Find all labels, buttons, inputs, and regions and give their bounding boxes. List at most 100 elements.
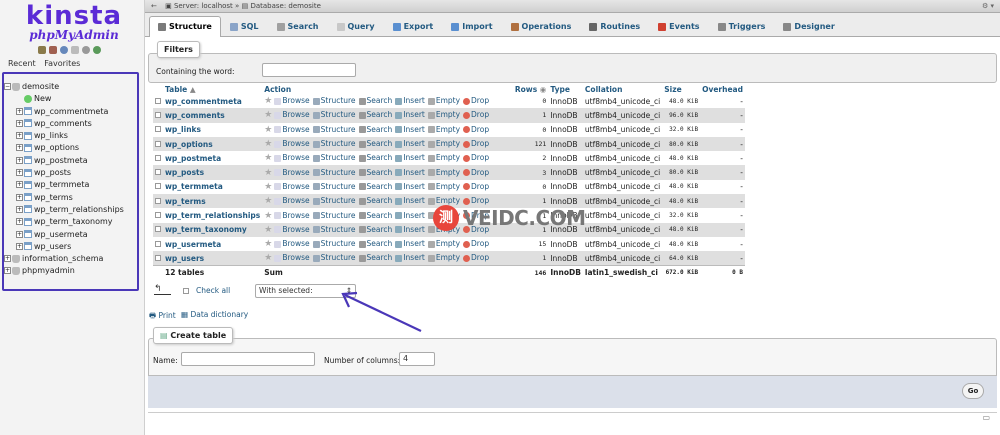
row-checkbox[interactable] xyxy=(155,226,161,233)
insert-action[interactable]: Insert xyxy=(395,153,425,162)
reload-icon[interactable] xyxy=(93,46,101,54)
favorite-star-icon[interactable]: ★ xyxy=(264,239,272,249)
help-icon[interactable] xyxy=(60,46,68,54)
empty-action[interactable]: Empty xyxy=(427,139,460,148)
nav-item-wp-options[interactable]: + wp_options xyxy=(4,142,138,154)
browse-action[interactable]: Browse xyxy=(274,139,310,148)
structure-action[interactable]: Structure xyxy=(312,225,356,234)
row-size[interactable]: 80.0 KiB xyxy=(662,136,701,152)
header-collation[interactable]: Collation xyxy=(582,84,663,94)
browse-action[interactable]: Browse xyxy=(274,168,310,177)
expand-icon[interactable]: + xyxy=(16,156,23,164)
structure-action[interactable]: Structure xyxy=(312,168,356,177)
nav-item-phpmyadmin[interactable]: + phpmyadmin xyxy=(4,265,138,277)
expand-icon[interactable]: + xyxy=(16,230,23,238)
browse-action[interactable]: Browse xyxy=(274,96,310,105)
browse-action[interactable]: Browse xyxy=(274,182,310,191)
structure-action[interactable]: Structure xyxy=(312,196,356,205)
check-all-checkbox[interactable] xyxy=(183,288,189,294)
empty-action[interactable]: Empty xyxy=(427,196,460,205)
settings-icon[interactable] xyxy=(82,46,90,54)
nav-item-wp-users[interactable]: + wp_users xyxy=(4,241,138,253)
table-name[interactable]: wp_links xyxy=(163,122,263,137)
search-action[interactable]: Search xyxy=(358,182,392,191)
row-size[interactable]: 96.0 KiB xyxy=(662,108,701,123)
browse-action[interactable]: Browse xyxy=(274,211,310,220)
favorite-star-icon[interactable]: ★ xyxy=(264,139,272,149)
drop-action[interactable]: Drop xyxy=(463,168,489,177)
table-name[interactable]: wp_posts xyxy=(163,165,263,180)
data-dictionary-link[interactable]: ▦ Data dictionary xyxy=(181,310,248,319)
drop-action[interactable]: Drop xyxy=(463,153,489,162)
favorite-star-icon[interactable]: ★ xyxy=(264,196,272,206)
table-name-input[interactable] xyxy=(181,352,315,366)
docs-icon[interactable] xyxy=(71,46,79,54)
header-rows[interactable]: Rows ◉ xyxy=(511,84,549,94)
structure-action[interactable]: Structure xyxy=(312,239,356,248)
row-size[interactable]: 32.0 KiB xyxy=(662,122,701,137)
search-action[interactable]: Search xyxy=(358,153,392,162)
expand-icon[interactable]: + xyxy=(4,255,11,263)
nav-item-information-schema[interactable]: + information_schema xyxy=(4,253,138,265)
table-name[interactable]: wp_term_relationships xyxy=(163,208,263,223)
insert-action[interactable]: Insert xyxy=(395,168,425,177)
empty-action[interactable]: Empty xyxy=(427,153,460,162)
expand-icon[interactable]: + xyxy=(4,267,11,275)
favorite-star-icon[interactable]: ★ xyxy=(264,168,272,178)
row-checkbox[interactable] xyxy=(155,240,161,247)
search-action[interactable]: Search xyxy=(358,139,392,148)
brand-logo[interactable]: kinsta phpMyAdmin xyxy=(14,2,134,42)
expand-icon[interactable]: + xyxy=(16,107,23,115)
check-all-label[interactable]: Check all xyxy=(196,286,230,295)
empty-action[interactable]: Empty xyxy=(427,125,460,134)
search-action[interactable]: Search xyxy=(358,196,392,205)
favorite-star-icon[interactable]: ★ xyxy=(264,125,272,135)
browse-action[interactable]: Browse xyxy=(274,153,310,162)
nav-item-demosite[interactable]: − demosite xyxy=(4,81,138,93)
exit-icon[interactable] xyxy=(49,46,57,54)
row-size[interactable]: 48.0 KiB xyxy=(662,194,701,209)
header-type[interactable]: Type xyxy=(548,84,583,94)
insert-action[interactable]: Insert xyxy=(395,239,425,248)
browse-action[interactable]: Browse xyxy=(274,125,310,134)
drop-action[interactable]: Drop xyxy=(463,239,489,248)
browse-action[interactable]: Browse xyxy=(274,110,310,119)
nav-item-New[interactable]: New xyxy=(4,93,138,105)
structure-action[interactable]: Structure xyxy=(312,211,356,220)
structure-action[interactable]: Structure xyxy=(312,110,356,119)
favorite-star-icon[interactable]: ★ xyxy=(264,182,272,192)
row-size[interactable]: 48.0 KiB xyxy=(662,179,701,195)
nav-item-wp-comments[interactable]: + wp_comments xyxy=(4,118,138,130)
expand-icon[interactable]: + xyxy=(16,119,23,127)
header-overhead[interactable]: Overhead xyxy=(700,84,745,94)
insert-action[interactable]: Insert xyxy=(395,253,425,262)
drop-action[interactable]: Drop xyxy=(463,96,489,105)
structure-action[interactable]: Structure xyxy=(312,125,356,134)
search-action[interactable]: Search xyxy=(358,110,392,119)
tab-search[interactable]: Search xyxy=(268,16,328,37)
home-icon[interactable] xyxy=(38,46,46,54)
recent-tab[interactable]: Recent xyxy=(8,59,36,68)
expand-icon[interactable]: − xyxy=(4,83,11,90)
nav-item-wp-posts[interactable]: + wp_posts xyxy=(4,167,138,179)
empty-action[interactable]: Empty xyxy=(427,96,460,105)
row-checkbox[interactable] xyxy=(155,197,161,204)
favorite-star-icon[interactable]: ★ xyxy=(264,110,272,120)
search-action[interactable]: Search xyxy=(358,225,392,234)
table-name[interactable]: wp_comments xyxy=(163,108,263,123)
tab-query[interactable]: Query xyxy=(328,16,384,37)
drop-action[interactable]: Drop xyxy=(463,253,489,262)
tab-structure[interactable]: Structure xyxy=(149,16,221,37)
drop-action[interactable]: Drop xyxy=(463,139,489,148)
table-name[interactable]: wp_options xyxy=(163,136,263,152)
insert-action[interactable]: Insert xyxy=(395,139,425,148)
favorite-star-icon[interactable]: ★ xyxy=(264,211,272,221)
drop-action[interactable]: Drop xyxy=(463,196,489,205)
nav-item-wp-commentmeta[interactable]: + wp_commentmeta xyxy=(4,106,138,118)
table-name[interactable]: wp_term_taxonomy xyxy=(163,222,263,237)
expand-icon[interactable]: + xyxy=(16,181,23,189)
search-action[interactable]: Search xyxy=(358,211,392,220)
empty-action[interactable]: Empty xyxy=(427,239,460,248)
expand-icon[interactable]: + xyxy=(16,169,23,177)
nav-item-wp-links[interactable]: + wp_links xyxy=(4,130,138,142)
